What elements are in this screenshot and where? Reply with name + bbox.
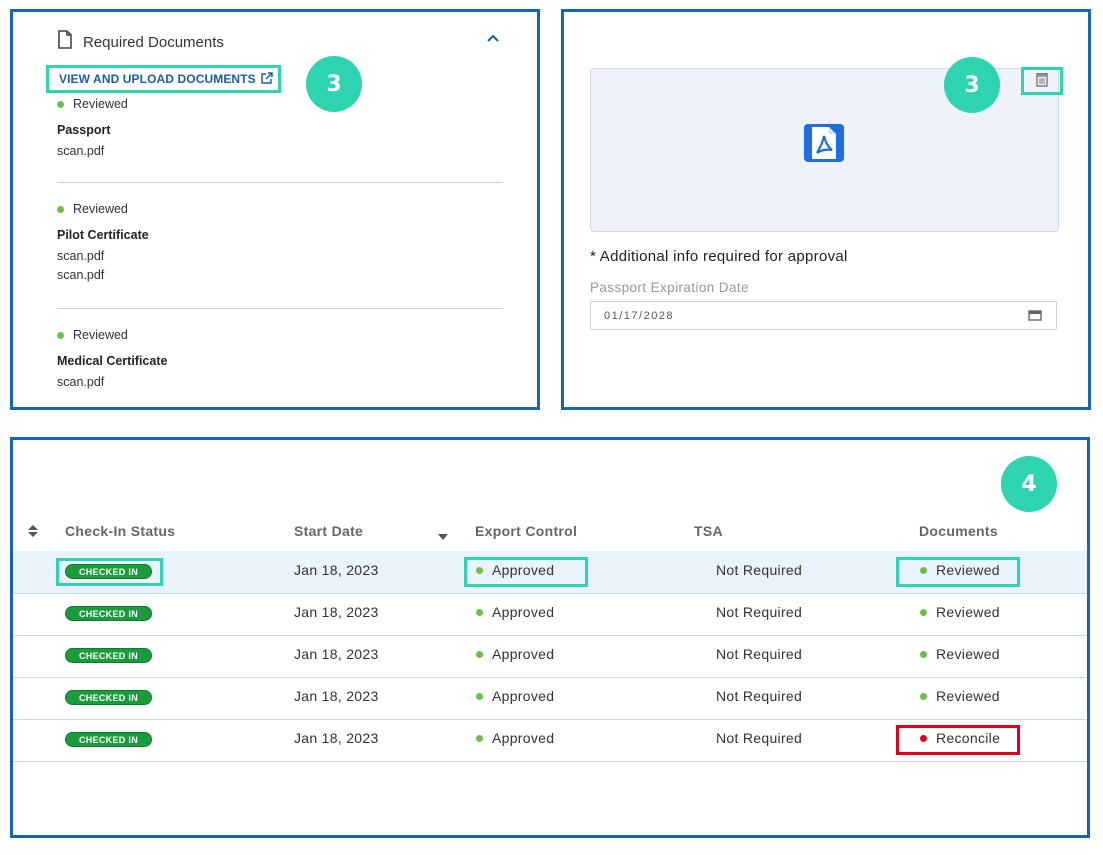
- status-dot: [920, 650, 927, 658]
- document-status: Reviewed: [73, 202, 128, 216]
- pdf-icon: [803, 123, 845, 168]
- status-dot: [920, 608, 927, 616]
- document-name: Medical Certificate: [57, 354, 168, 368]
- table-row[interactable]: CHECKED IN Jan 18, 2023 Approved Not Req…: [13, 551, 1087, 594]
- documents-title: Required Documents: [83, 33, 224, 51]
- delete-document-button[interactable]: [1021, 67, 1063, 95]
- expiration-date-input[interactable]: 01/17/2028: [590, 301, 1057, 330]
- status-dot: [476, 566, 483, 574]
- status-dot: [57, 205, 64, 213]
- checked-in-badge: CHECKED IN: [65, 648, 152, 663]
- export-control-cell: Approved: [476, 730, 554, 746]
- start-date-cell: Jan 18, 2023: [294, 688, 379, 704]
- trash-icon: [1034, 71, 1050, 92]
- documents-cell: Reconcile: [920, 730, 1000, 746]
- chevron-up-icon[interactable]: [487, 29, 499, 45]
- export-control-cell: Approved: [476, 688, 554, 704]
- callout-badge: 4: [1001, 456, 1057, 512]
- tsa-cell: Not Required: [716, 604, 803, 620]
- document-preview-panel: 3 * Additional info required for approva…: [561, 9, 1091, 410]
- additional-info-note: * Additional info required for approval: [590, 248, 848, 265]
- status-dot: [476, 650, 483, 658]
- table-row[interactable]: CHECKED IN Jan 18, 2023 Approved Not Req…: [13, 635, 1087, 678]
- document-name: Pilot Certificate: [57, 228, 149, 242]
- header-check-in-status[interactable]: Check-In Status: [65, 523, 175, 539]
- document-file[interactable]: scan.pdf: [57, 375, 507, 389]
- external-link-icon: [260, 71, 273, 87]
- documents-cell: Reviewed: [920, 604, 1000, 620]
- sort-icon[interactable]: [27, 524, 39, 541]
- checked-in-badge: CHECKED IN: [65, 732, 152, 747]
- status-dot: [57, 100, 64, 108]
- document-file[interactable]: scan.pdf: [57, 144, 507, 158]
- start-date-cell: Jan 18, 2023: [294, 562, 379, 578]
- document-file[interactable]: scan.pdf: [57, 268, 507, 282]
- table-header: Check-In Status Start Date Export Contro…: [13, 518, 1087, 548]
- status-dot: [476, 692, 483, 700]
- start-date-cell: Jan 18, 2023: [294, 604, 379, 620]
- document-item: Reviewed Medical Certificate scan.pdf: [57, 328, 507, 389]
- header-export-control[interactable]: Export Control: [475, 523, 577, 539]
- documents-cell: Reviewed: [920, 646, 1000, 662]
- divider: [57, 182, 503, 183]
- checked-in-badge: CHECKED IN: [65, 606, 152, 621]
- checked-in-badge: CHECKED IN: [65, 564, 152, 579]
- start-date-cell: Jan 18, 2023: [294, 730, 379, 746]
- document-item: Reviewed Passport scan.pdf: [57, 97, 507, 158]
- upload-link-label: VIEW AND UPLOAD DOCUMENTS: [59, 72, 256, 86]
- status-dot: [920, 692, 927, 700]
- export-control-cell: Approved: [476, 604, 554, 620]
- header-start-date[interactable]: Start Date: [294, 523, 363, 539]
- status-dot: [476, 734, 483, 742]
- tsa-cell: Not Required: [716, 562, 803, 578]
- document-file[interactable]: scan.pdf: [57, 249, 507, 263]
- calendar-icon[interactable]: [1028, 309, 1042, 324]
- status-dot: [920, 566, 927, 574]
- header-documents[interactable]: Documents: [919, 523, 998, 539]
- travelers-table-panel: 4 Check-In Status Start Date Export Cont…: [10, 437, 1090, 838]
- sort-down-icon[interactable]: [437, 528, 449, 544]
- export-control-cell: Approved: [476, 646, 554, 662]
- divider: [57, 308, 503, 309]
- table-row[interactable]: CHECKED IN Jan 18, 2023 Approved Not Req…: [13, 593, 1087, 636]
- expiration-date-value: 01/17/2028: [604, 309, 675, 322]
- table-row[interactable]: CHECKED IN Jan 18, 2023 Approved Not Req…: [13, 719, 1087, 762]
- status-dot: [920, 734, 927, 742]
- tsa-cell: Not Required: [716, 646, 803, 662]
- callout-badge: 3: [944, 57, 1000, 113]
- documents-cell: Reviewed: [920, 688, 1000, 704]
- export-control-cell: Approved: [476, 562, 554, 578]
- status-dot: [476, 608, 483, 616]
- document-status: Reviewed: [73, 328, 128, 342]
- documents-cell: Reviewed: [920, 562, 1000, 578]
- start-date-cell: Jan 18, 2023: [294, 646, 379, 662]
- expiration-date-label: Passport Expiration Date: [590, 280, 749, 295]
- tsa-cell: Not Required: [716, 730, 803, 746]
- tsa-cell: Not Required: [716, 688, 803, 704]
- required-documents-panel: Required Documents VIEW AND UPLOAD DOCUM…: [10, 9, 540, 410]
- document-item: Reviewed Pilot Certificate scan.pdf scan…: [57, 202, 507, 282]
- document-status: Reviewed: [73, 97, 128, 111]
- status-dot: [57, 331, 64, 339]
- view-upload-documents-link[interactable]: VIEW AND UPLOAD DOCUMENTS: [46, 65, 281, 93]
- document-name: Passport: [57, 123, 111, 137]
- header-tsa[interactable]: TSA: [694, 523, 723, 539]
- table-row[interactable]: CHECKED IN Jan 18, 2023 Approved Not Req…: [13, 677, 1087, 720]
- checked-in-badge: CHECKED IN: [65, 690, 152, 705]
- document-icon: [57, 30, 73, 54]
- documents-header: Required Documents: [57, 30, 224, 54]
